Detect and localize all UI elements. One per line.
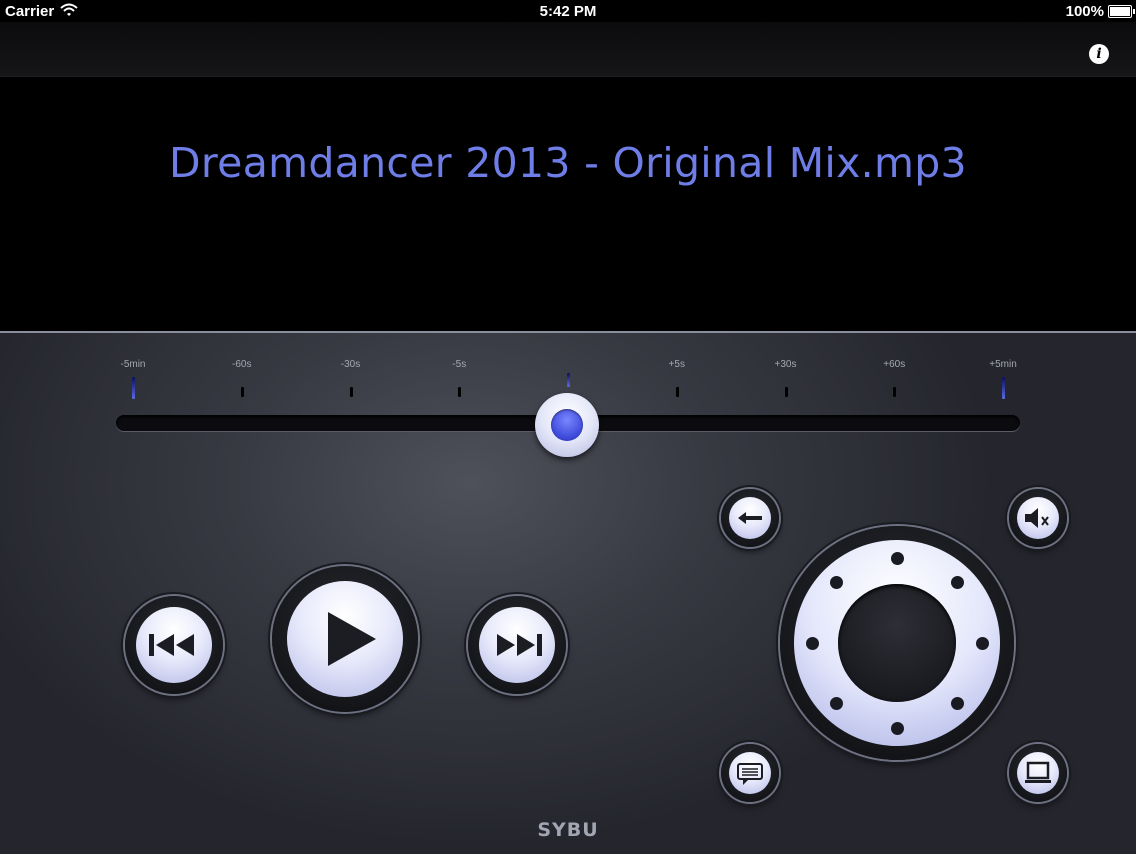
- scrubber-tick: [567, 373, 570, 387]
- now-playing-area: Dreamdancer 2013 - Original Mix.mp3: [0, 77, 1136, 331]
- scrubber-tick: [893, 387, 897, 397]
- scrubber-tick-label: +30s: [774, 359, 797, 370]
- remote-panel: -5min -60s -30s -5s +5s +30s +60s +5min: [0, 331, 1136, 854]
- monitor-icon: [1025, 761, 1051, 783]
- speaker-mute-icon: [1025, 508, 1049, 528]
- battery-percentage: 100%: [1065, 3, 1104, 20]
- skip-back-icon: [149, 634, 194, 656]
- dpad-dot: [890, 721, 904, 735]
- brand-logo: SYBU: [537, 819, 599, 841]
- skip-forward-icon: [497, 634, 542, 656]
- track-title: Dreamdancer 2013 - Original Mix.mp3: [169, 139, 967, 187]
- battery-icon: [1108, 5, 1135, 18]
- scrubber-tick-label: -60s: [232, 359, 252, 370]
- back-button[interactable]: [721, 489, 779, 547]
- scrubber-tick: [675, 387, 679, 397]
- screen-button[interactable]: [1009, 744, 1067, 802]
- previous-button[interactable]: [125, 596, 223, 694]
- dpad-dot: [950, 576, 964, 590]
- directional-pad[interactable]: [780, 526, 1014, 760]
- dpad-dot: [975, 636, 989, 650]
- arrow-left-icon: [738, 512, 762, 524]
- dpad-dot: [950, 696, 964, 710]
- next-button[interactable]: [468, 596, 566, 694]
- play-icon: [328, 612, 376, 666]
- scrubber-tick-label: +5s: [668, 359, 685, 370]
- clock: 5:42 PM: [539, 3, 597, 20]
- scrubber-tick-label: +5min: [989, 359, 1017, 370]
- scrubber-tick-label: -30s: [340, 359, 361, 370]
- dpad-center-button[interactable]: [838, 584, 956, 702]
- info-icon[interactable]: i: [1089, 44, 1109, 64]
- play-button[interactable]: [272, 566, 418, 712]
- chat-bubble-icon: [737, 763, 763, 785]
- scrubber-tick: [132, 377, 135, 399]
- scrubber-tick-label: +60s: [883, 359, 906, 370]
- mute-button[interactable]: [1009, 489, 1067, 547]
- scrubber-tick-label: -5min: [120, 359, 146, 370]
- scrubber-tick: [1002, 377, 1005, 399]
- scrubber-thumb[interactable]: [535, 393, 599, 457]
- dpad-dot: [890, 551, 904, 565]
- scrubber-tick: [349, 387, 353, 397]
- status-bar: Carrier 5:42 PM 100%: [0, 0, 1136, 22]
- dpad-dot: [830, 696, 844, 710]
- nav-bar: i: [0, 22, 1136, 77]
- chat-button[interactable]: [721, 744, 779, 802]
- scrubber-tick: [240, 387, 244, 397]
- scrubber-tick: [784, 387, 788, 397]
- scrubber-tick: [458, 387, 462, 397]
- scrubber-tick-label: -5s: [452, 359, 467, 370]
- dpad-dot: [805, 636, 819, 650]
